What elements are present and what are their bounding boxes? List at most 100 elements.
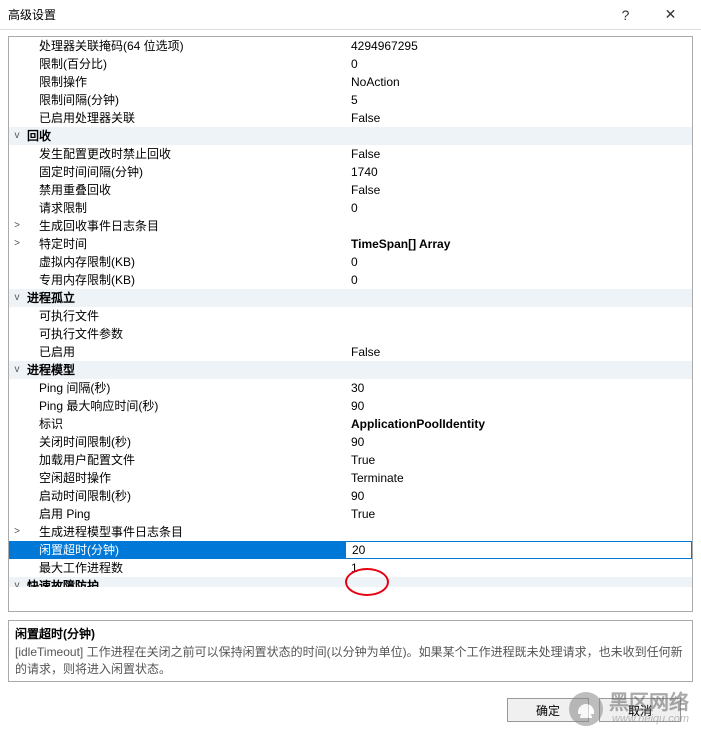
property-label: 标识: [25, 415, 345, 433]
expand-spacer: [9, 415, 25, 433]
expand-spacer: [9, 541, 25, 559]
property-row[interactable]: 启动时间限制(秒)90: [9, 487, 692, 505]
category-row[interactable]: v进程孤立: [9, 289, 692, 307]
selected-row[interactable]: 闲置超时(分钟)20: [9, 541, 692, 559]
property-label: 禁用重叠回收: [25, 181, 345, 199]
property-row[interactable]: 限制间隔(分钟)5: [9, 91, 692, 109]
property-label: 空闲超时操作: [25, 469, 345, 487]
property-value: 0: [345, 253, 692, 271]
property-value: [345, 127, 692, 145]
expand-icon[interactable]: v: [9, 127, 25, 145]
property-value: ApplicationPoolIdentity: [345, 415, 692, 433]
property-value: 4294967295: [345, 37, 692, 55]
property-row[interactable]: 限制(百分比)0: [9, 55, 692, 73]
property-value: [345, 361, 692, 379]
expand-spacer: [9, 73, 25, 91]
property-label: 限制操作: [25, 73, 345, 91]
property-label: 固定时间间隔(分钟): [25, 163, 345, 181]
expand-icon[interactable]: v: [9, 289, 25, 307]
property-value: [345, 289, 692, 307]
property-value: True: [345, 505, 692, 523]
expand-icon[interactable]: v: [9, 361, 25, 379]
property-row[interactable]: 已启用False: [9, 343, 692, 361]
description-body: [idleTimeout] 工作进程在关闭之前可以保持闲置状态的时间(以分钟为单…: [15, 644, 686, 678]
property-value: 5: [345, 91, 692, 109]
property-label: 进程孤立: [25, 289, 345, 307]
expand-spacer: [9, 37, 25, 55]
property-row[interactable]: 可执行文件参数: [9, 325, 692, 343]
property-label: 关闭时间限制(秒): [25, 433, 345, 451]
ok-button[interactable]: 确定: [507, 698, 589, 722]
property-label: Ping 间隔(秒): [25, 379, 345, 397]
property-row[interactable]: 启用 PingTrue: [9, 505, 692, 523]
titlebar: 高级设置 ? ✕: [0, 0, 701, 30]
property-row[interactable]: 固定时间间隔(分钟)1740: [9, 163, 692, 181]
expand-icon[interactable]: >: [9, 235, 25, 253]
close-button[interactable]: ✕: [648, 1, 693, 29]
expand-spacer: [9, 451, 25, 469]
property-row[interactable]: 虚拟内存限制(KB)0: [9, 253, 692, 271]
property-row[interactable]: 加载用户配置文件True: [9, 451, 692, 469]
property-row[interactable]: 专用内存限制(KB)0: [9, 271, 692, 289]
property-label: 启用 Ping: [25, 505, 345, 523]
property-row[interactable]: 限制操作NoAction: [9, 73, 692, 91]
property-row[interactable]: 处理器关联掩码(64 位选项)4294967295: [9, 37, 692, 55]
property-value: 90: [345, 487, 692, 505]
property-row[interactable]: 最大工作进程数1: [9, 559, 692, 577]
property-label: 请求限制: [25, 199, 345, 217]
property-label: 生成进程模型事件日志条目: [25, 523, 345, 541]
property-value: True: [345, 451, 692, 469]
property-value: False: [345, 343, 692, 361]
property-row[interactable]: 禁用重叠回收False: [9, 181, 692, 199]
property-grid-body[interactable]: 处理器关联掩码(64 位选项)4294967295限制(百分比)0限制操作NoA…: [9, 37, 692, 611]
property-label: 特定时间: [25, 235, 345, 253]
property-label: 进程模型: [25, 361, 345, 379]
property-row[interactable]: 可执行文件: [9, 307, 692, 325]
expand-spacer: [9, 343, 25, 361]
property-row[interactable]: >特定时间TimeSpan[] Array: [9, 235, 692, 253]
property-value: [345, 577, 692, 587]
property-row[interactable]: 标识ApplicationPoolIdentity: [9, 415, 692, 433]
property-label: 闲置超时(分钟): [25, 541, 345, 559]
category-row[interactable]: v进程模型: [9, 361, 692, 379]
expand-spacer: [9, 253, 25, 271]
description-panel: 闲置超时(分钟) [idleTimeout] 工作进程在关闭之前可以保持闲置状态…: [8, 620, 693, 682]
cancel-button[interactable]: 取消: [599, 698, 681, 722]
expand-spacer: [9, 199, 25, 217]
property-row[interactable]: Ping 最大响应时间(秒)90: [9, 397, 692, 415]
property-row[interactable]: Ping 间隔(秒)30: [9, 379, 692, 397]
expand-spacer: [9, 559, 25, 577]
property-value: 30: [345, 379, 692, 397]
property-row[interactable]: 请求限制0: [9, 199, 692, 217]
property-row[interactable]: >生成回收事件日志条目: [9, 217, 692, 235]
expand-spacer: [9, 307, 25, 325]
property-label: 限制间隔(分钟): [25, 91, 345, 109]
expand-icon[interactable]: v: [9, 577, 25, 587]
expand-spacer: [9, 91, 25, 109]
property-label: 发生配置更改时禁止回收: [25, 145, 345, 163]
description-title: 闲置超时(分钟): [15, 625, 686, 642]
expand-spacer: [9, 469, 25, 487]
category-row[interactable]: v快速故障防护: [9, 577, 692, 587]
help-button[interactable]: ?: [603, 1, 648, 29]
property-row[interactable]: 空闲超时操作Terminate: [9, 469, 692, 487]
property-value: [345, 325, 692, 343]
expand-icon[interactable]: >: [9, 217, 25, 235]
property-value: False: [345, 181, 692, 199]
expand-icon[interactable]: >: [9, 523, 25, 541]
category-row[interactable]: v回收: [9, 127, 692, 145]
property-label: 虚拟内存限制(KB): [25, 253, 345, 271]
property-row[interactable]: 发生配置更改时禁止回收False: [9, 145, 692, 163]
property-value[interactable]: 20: [345, 541, 692, 559]
property-row[interactable]: 已启用处理器关联False: [9, 109, 692, 127]
expand-spacer: [9, 397, 25, 415]
expand-spacer: [9, 109, 25, 127]
expand-spacer: [9, 163, 25, 181]
property-label: 专用内存限制(KB): [25, 271, 345, 289]
expand-spacer: [9, 379, 25, 397]
property-row[interactable]: 关闭时间限制(秒)90: [9, 433, 692, 451]
property-label: Ping 最大响应时间(秒): [25, 397, 345, 415]
property-value: 1: [345, 559, 692, 577]
property-row[interactable]: >生成进程模型事件日志条目: [9, 523, 692, 541]
property-label: 快速故障防护: [25, 577, 345, 587]
